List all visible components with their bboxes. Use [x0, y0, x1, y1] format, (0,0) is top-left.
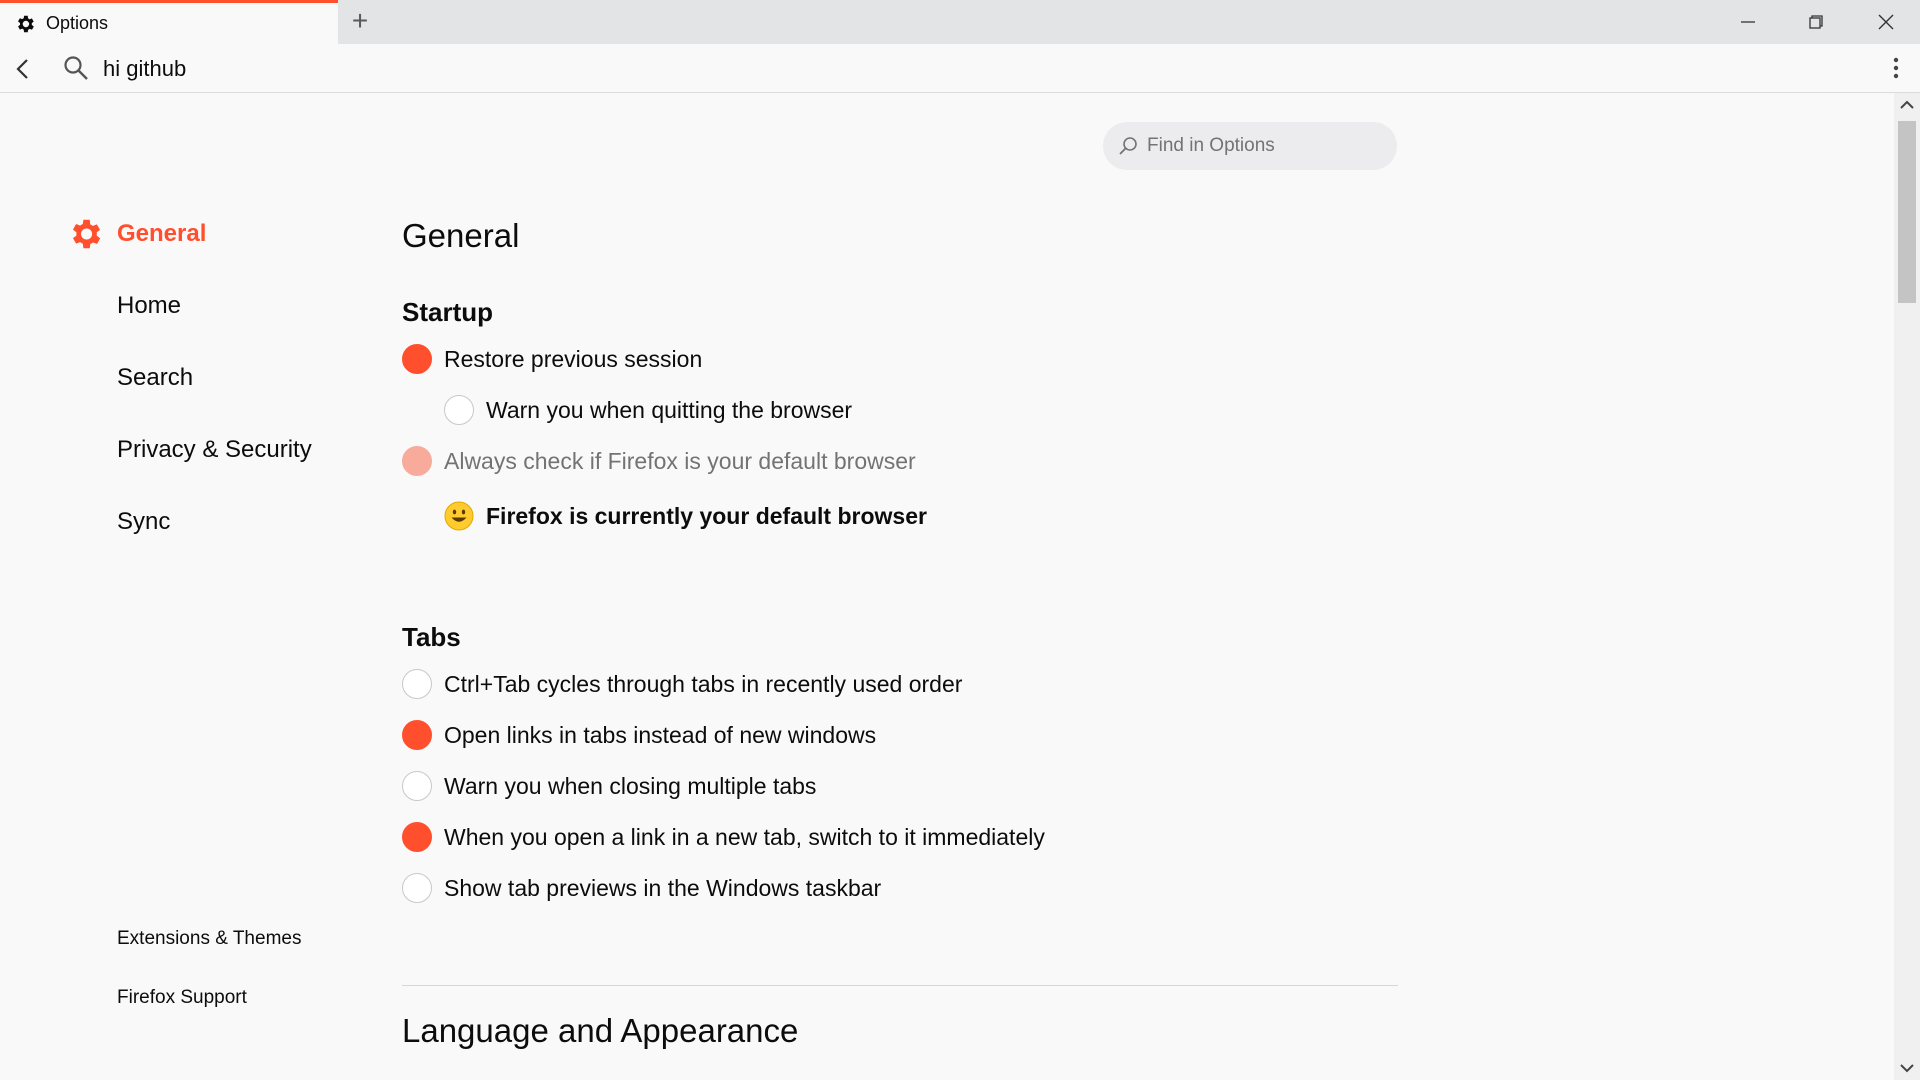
sidebar-item-general[interactable]: General [117, 220, 206, 248]
scroll-down-arrow-icon[interactable] [1894, 1058, 1920, 1078]
tabs-heading: Tabs [402, 622, 461, 652]
warn-quit-checkbox[interactable] [444, 395, 474, 425]
firefox-support-link[interactable]: Firefox Support [117, 987, 247, 1009]
restore-session-checkbox[interactable] [402, 344, 432, 374]
warn-quit-label: Warn you when quitting the browser [486, 396, 853, 423]
sidebar-item-privacy-security[interactable]: Privacy & Security [117, 436, 312, 464]
restore-session-label: Restore previous session [444, 345, 703, 372]
gear-icon [18, 15, 34, 32]
sidebar-item-sync[interactable]: Sync [117, 508, 170, 536]
search-icon [64, 56, 88, 80]
switch-to-new-tab-label: When you open a link in a new tab, switc… [444, 823, 1045, 850]
find-in-options-search[interactable]: Find in Options [1103, 122, 1397, 170]
menu-kebab-icon[interactable] [1886, 54, 1906, 82]
switch-to-new-tab-option[interactable]: When you open a link in a new tab, switc… [402, 822, 1045, 852]
open-links-in-tabs-label: Open links in tabs instead of new window… [444, 721, 877, 748]
open-links-in-tabs-checkbox[interactable] [402, 720, 432, 750]
smiley-face-icon [444, 501, 474, 531]
search-icon [1119, 137, 1137, 155]
scrollbar-thumb[interactable] [1898, 121, 1916, 303]
url-bar-input[interactable]: hi github [103, 56, 186, 82]
close-icon [1878, 14, 1894, 30]
scroll-up-arrow-icon[interactable] [1894, 95, 1920, 115]
back-arrow-icon[interactable] [10, 56, 36, 82]
restore-button[interactable] [1782, 0, 1850, 44]
restore-session-option[interactable]: Restore previous session [402, 344, 702, 374]
tab-title: Options [46, 13, 109, 33]
startup-heading: Startup [402, 297, 493, 327]
tab-previews-label: Show tab previews in the Windows taskbar [444, 874, 882, 901]
section-divider [402, 985, 1398, 986]
navigation-toolbar: hi github [0, 44, 1920, 93]
tab-previews-checkbox[interactable] [402, 873, 432, 903]
default-browser-checkbox [402, 446, 432, 476]
minimize-icon [1741, 21, 1755, 23]
ctrl-tab-option[interactable]: Ctrl+Tab cycles through tabs in recently… [402, 669, 962, 699]
warn-closing-tabs-label: Warn you when closing multiple tabs [444, 772, 817, 799]
page-title: General [402, 217, 520, 254]
tab-strip: Options + [0, 0, 1920, 44]
page-scrollbar[interactable] [1894, 93, 1920, 1080]
sidebar-item-search[interactable]: Search [117, 364, 193, 392]
default-browser-check-option: Always check if Firefox is your default … [402, 446, 916, 476]
find-input-placeholder: Find in Options [1147, 135, 1275, 156]
new-tab-button[interactable]: + [348, 6, 372, 36]
ctrl-tab-checkbox[interactable] [402, 669, 432, 699]
close-window-button[interactable] [1852, 0, 1920, 44]
restore-icon [1809, 15, 1823, 29]
default-browser-check-label: Always check if Firefox is your default … [444, 447, 916, 474]
ctrl-tab-label: Ctrl+Tab cycles through tabs in recently… [444, 670, 963, 697]
tab-previews-option[interactable]: Show tab previews in the Windows taskbar [402, 873, 881, 903]
warn-quit-option[interactable]: Warn you when quitting the browser [444, 395, 852, 425]
tab-options[interactable]: Options [0, 0, 338, 44]
minimize-button[interactable] [1714, 0, 1782, 44]
open-links-in-tabs-option[interactable]: Open links in tabs instead of new window… [402, 720, 876, 750]
gear-icon [72, 219, 101, 249]
sidebar-item-home[interactable]: Home [117, 292, 181, 320]
default-browser-status: Firefox is currently your default browse… [444, 501, 927, 531]
warn-closing-tabs-checkbox[interactable] [402, 771, 432, 801]
default-browser-status-text: Firefox is currently your default browse… [486, 502, 927, 529]
language-appearance-heading: Language and Appearance [402, 1012, 799, 1049]
switch-to-new-tab-checkbox[interactable] [402, 822, 432, 852]
extensions-themes-link[interactable]: Extensions & Themes [117, 928, 301, 950]
warn-closing-tabs-option[interactable]: Warn you when closing multiple tabs [402, 771, 816, 801]
